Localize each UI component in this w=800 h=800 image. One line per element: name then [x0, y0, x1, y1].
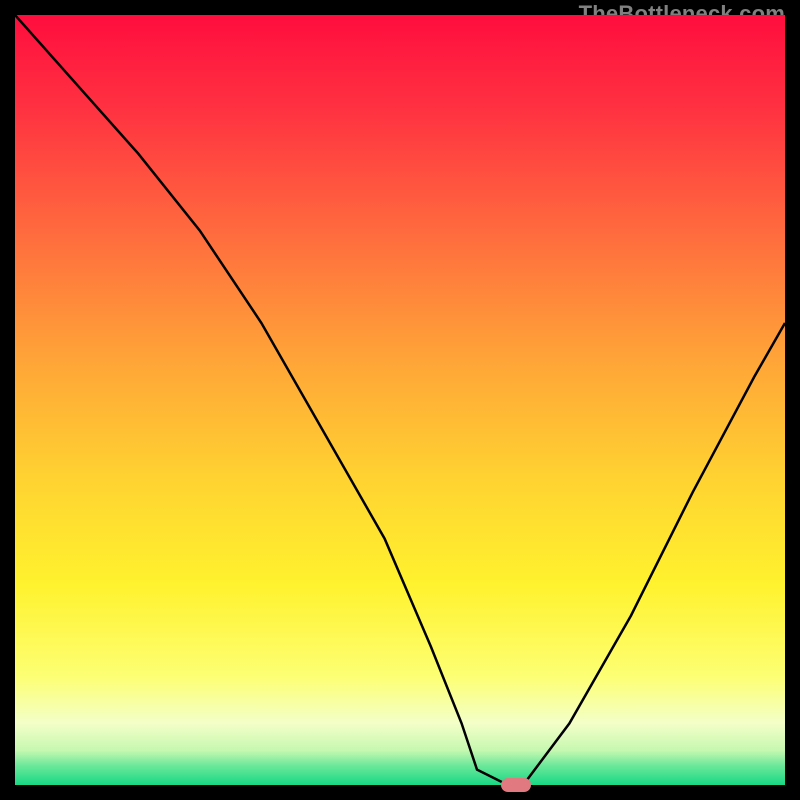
optimum-marker	[501, 778, 531, 792]
plot-area	[15, 15, 785, 785]
chart-frame: TheBottleneck.com	[15, 15, 785, 785]
bottleneck-curve	[15, 15, 785, 785]
